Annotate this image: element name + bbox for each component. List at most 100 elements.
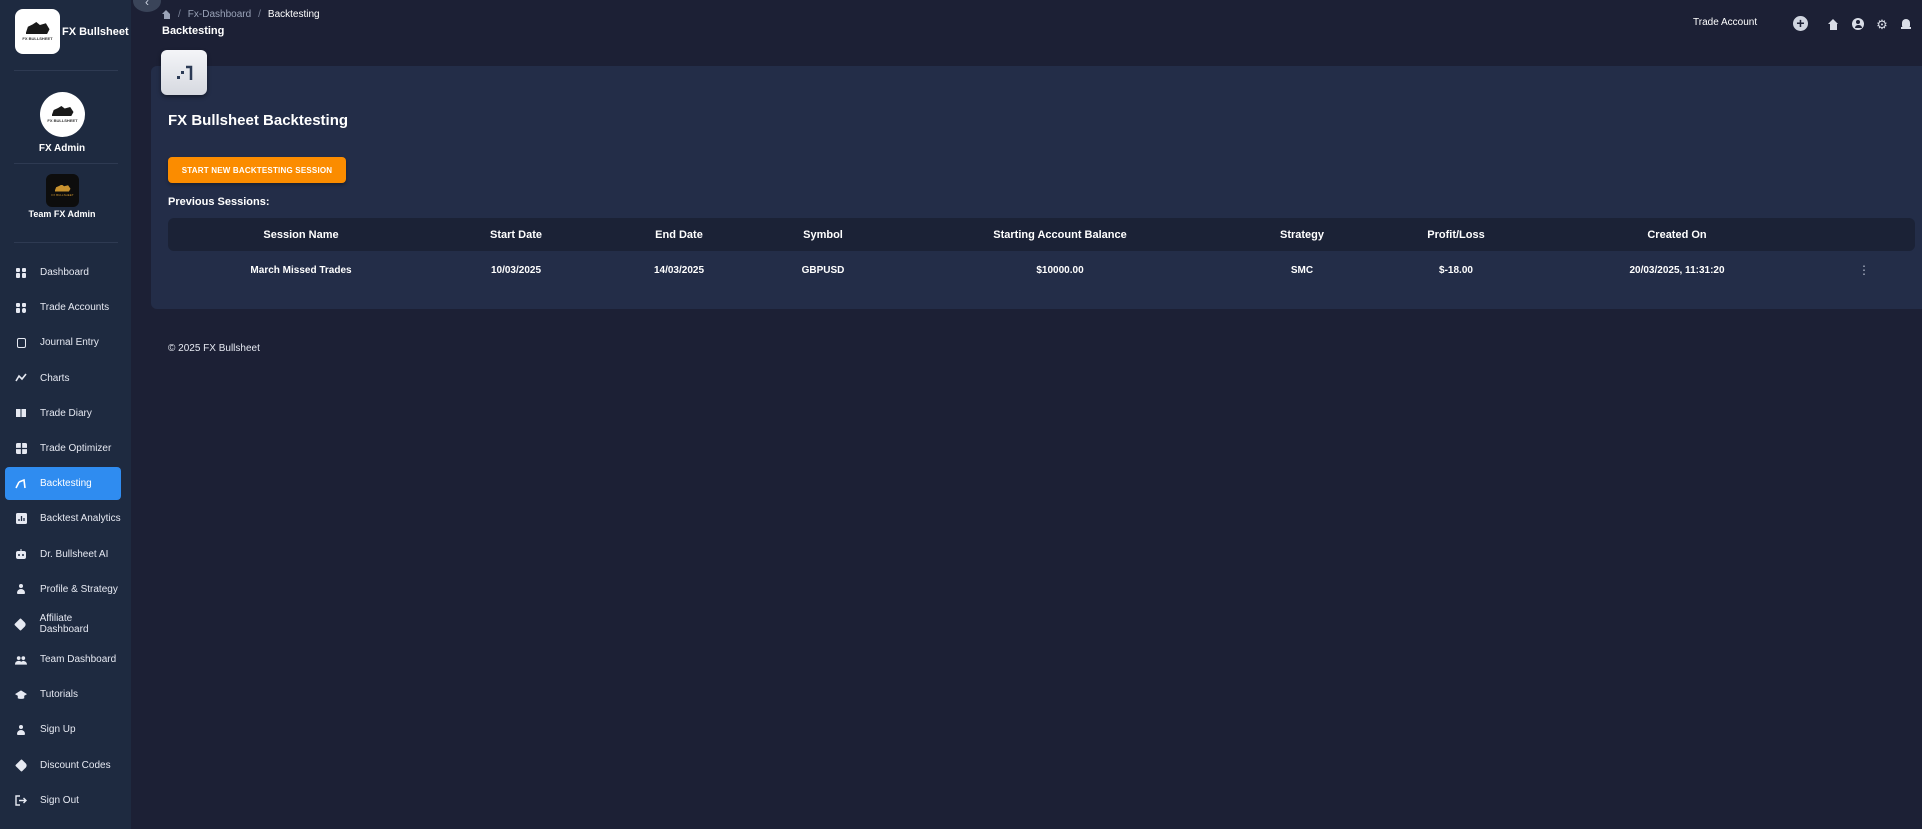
sidebar-item-discount-codes[interactable]: Discount Codes	[5, 749, 121, 782]
home-button[interactable]	[1827, 18, 1839, 30]
dashboard-icon	[15, 267, 27, 279]
breadcrumb-separator: /	[178, 9, 181, 20]
divider	[14, 163, 118, 164]
person-icon	[15, 583, 27, 595]
sidebar-item-label: Sign Up	[40, 724, 76, 736]
divider	[14, 242, 118, 243]
sidebar-item-label: Trade Accounts	[40, 302, 110, 314]
sessions-table: Session Name Start Date End Date Symbol …	[168, 218, 1915, 289]
cell-profit-loss: $-18.00	[1439, 264, 1473, 276]
home-icon[interactable]	[162, 10, 171, 19]
sidebar-collapse-button[interactable]: ‹	[133, 0, 161, 12]
sidebar-item-label: Discount Codes	[40, 759, 111, 771]
column-header: Profit/Loss	[1427, 228, 1485, 241]
cell-session-name: March Missed Trades	[250, 264, 352, 276]
column-header: Strategy	[1279, 228, 1325, 241]
sidebar-item-sign-up[interactable]: Sign Up	[5, 713, 121, 746]
avatar-logo-text: FX BULLSHEET	[47, 118, 78, 123]
sidebar-item-label: Trade Optimizer	[40, 442, 112, 454]
breadcrumb-item[interactable]: Fx-Dashboard	[188, 9, 251, 20]
sidebar-item-dr-bullsheet-ai[interactable]: Dr. Bullsheet AI	[5, 538, 121, 571]
optimizer-icon	[15, 442, 27, 454]
sidebar-nav: Dashboard Trade Accounts Journal Entry C…	[5, 256, 121, 819]
sidebar-item-label: Backtesting	[40, 478, 92, 490]
breadcrumb: / Fx-Dashboard / Backtesting	[162, 9, 320, 20]
user-avatar[interactable]: FX BULLSHEET	[40, 92, 85, 137]
sidebar-item-charts[interactable]: Charts	[5, 362, 121, 395]
brand-logo-text: FX BULLSHEET	[22, 36, 53, 41]
sign-out-icon	[15, 794, 27, 806]
sidebar-item-label: Journal Entry	[40, 337, 99, 349]
analytics-icon	[15, 513, 27, 525]
brand-logo: FX BULLSHEET	[15, 9, 60, 54]
backtesting-card-icon	[161, 50, 207, 95]
sidebar-item-journal-entry[interactable]: Journal Entry	[5, 326, 121, 359]
journal-icon	[15, 337, 27, 349]
sidebar-item-label: Team Dashboard	[40, 654, 117, 666]
team-name: Team FX Admin	[28, 209, 96, 219]
backtesting-icon	[177, 65, 193, 80]
table-row[interactable]: March Missed Trades 10/03/2025 14/03/202…	[168, 251, 1915, 289]
settings-button[interactable]: ⚙	[1876, 18, 1888, 31]
row-more-options-button[interactable]: ⋮	[1858, 251, 1870, 289]
add-trade-account-button[interactable]: +	[1793, 16, 1808, 31]
brand[interactable]: FX BULLSHEET FX Bullsheet	[15, 9, 129, 54]
team-icon	[15, 654, 27, 666]
home-icon	[1827, 18, 1839, 30]
notifications-button[interactable]	[1900, 18, 1912, 30]
team-avatar[interactable]: FX BULLSHEET	[46, 174, 79, 207]
column-header: Starting Account Balance	[993, 228, 1127, 241]
sidebar-item-trade-optimizer[interactable]: Trade Optimizer	[5, 432, 121, 465]
user-name: FX Admin	[38, 143, 86, 154]
bull-logo-icon	[25, 22, 50, 34]
page-title: Backtesting	[162, 25, 225, 37]
cell-symbol: GBPUSD	[801, 264, 845, 276]
bell-icon	[1901, 18, 1911, 30]
sidebar-item-label: Backtest Analytics	[40, 513, 121, 525]
sidebar-item-label: Affiliate Dashboard	[39, 613, 89, 636]
sidebar-item-label: Trade Diary	[40, 407, 92, 419]
sidebar-item-affiliate-dashboard[interactable]: Affiliate Dashboard	[5, 608, 121, 641]
column-header: Session Name	[263, 228, 339, 241]
sidebar-item-profile-strategy[interactable]: Profile & Strategy	[5, 573, 121, 606]
sidebar-item-trade-accounts[interactable]: Trade Accounts	[5, 291, 121, 324]
backtesting-icon	[15, 478, 27, 490]
robot-icon	[15, 548, 27, 560]
account-button[interactable]	[1852, 18, 1864, 30]
sidebar-item-backtesting[interactable]: Backtesting	[5, 467, 121, 501]
bull-logo-icon	[54, 184, 71, 192]
sidebar-item-label: Charts	[40, 372, 70, 384]
cell-starting-balance: $10000.00	[1036, 264, 1084, 276]
breadcrumb-current: Backtesting	[267, 9, 320, 20]
sidebar-item-team-dashboard[interactable]: Team Dashboard	[5, 643, 121, 676]
sidebar-item-tutorials[interactable]: Tutorials	[5, 678, 121, 711]
previous-sessions-label: Previous Sessions:	[168, 196, 270, 208]
sidebar-item-sign-out[interactable]: Sign Out	[5, 784, 121, 817]
brand-name: FX Bullsheet	[62, 25, 129, 38]
column-header: End Date	[655, 228, 703, 241]
school-icon	[15, 689, 27, 701]
more-vert-icon: ⋮	[1858, 263, 1870, 277]
sidebar-item-label: Dr. Bullsheet AI	[40, 548, 109, 560]
sidebar-item-label: Dashboard	[40, 267, 89, 278]
diary-icon	[15, 407, 27, 419]
column-header: Created On	[1647, 228, 1707, 241]
sidebar-item-trade-diary[interactable]: Trade Diary	[5, 397, 121, 430]
start-new-session-button[interactable]: START NEW BACKTESTING SESSION	[168, 157, 346, 183]
sidebar-item-backtest-analytics[interactable]: Backtest Analytics	[5, 502, 121, 535]
account-circle-icon	[1852, 18, 1864, 30]
sidebar-item-label: Profile & Strategy	[40, 583, 118, 595]
sidebar-item-dashboard[interactable]: Dashboard	[5, 256, 121, 289]
cell-end-date: 14/03/2025	[653, 264, 705, 276]
footer-copyright: © 2025 FX Bullsheet	[168, 343, 260, 354]
trade-accounts-icon	[15, 302, 27, 314]
trade-account-select[interactable]: Trade Account	[1693, 17, 1788, 28]
column-header: Symbol	[803, 228, 843, 241]
chevron-left-icon: ‹	[145, 0, 149, 9]
table-header: Session Name Start Date End Date Symbol …	[168, 218, 1915, 251]
sidebar-item-label: Tutorials	[40, 689, 78, 701]
sidebar: FX BULLSHEET FX Bullsheet FX BULLSHEET F…	[0, 0, 131, 829]
cell-created-on: 20/03/2025, 11:31:20	[1629, 264, 1725, 276]
column-header: Start Date	[490, 228, 542, 241]
card-title: FX Bullsheet Backtesting	[168, 112, 349, 129]
